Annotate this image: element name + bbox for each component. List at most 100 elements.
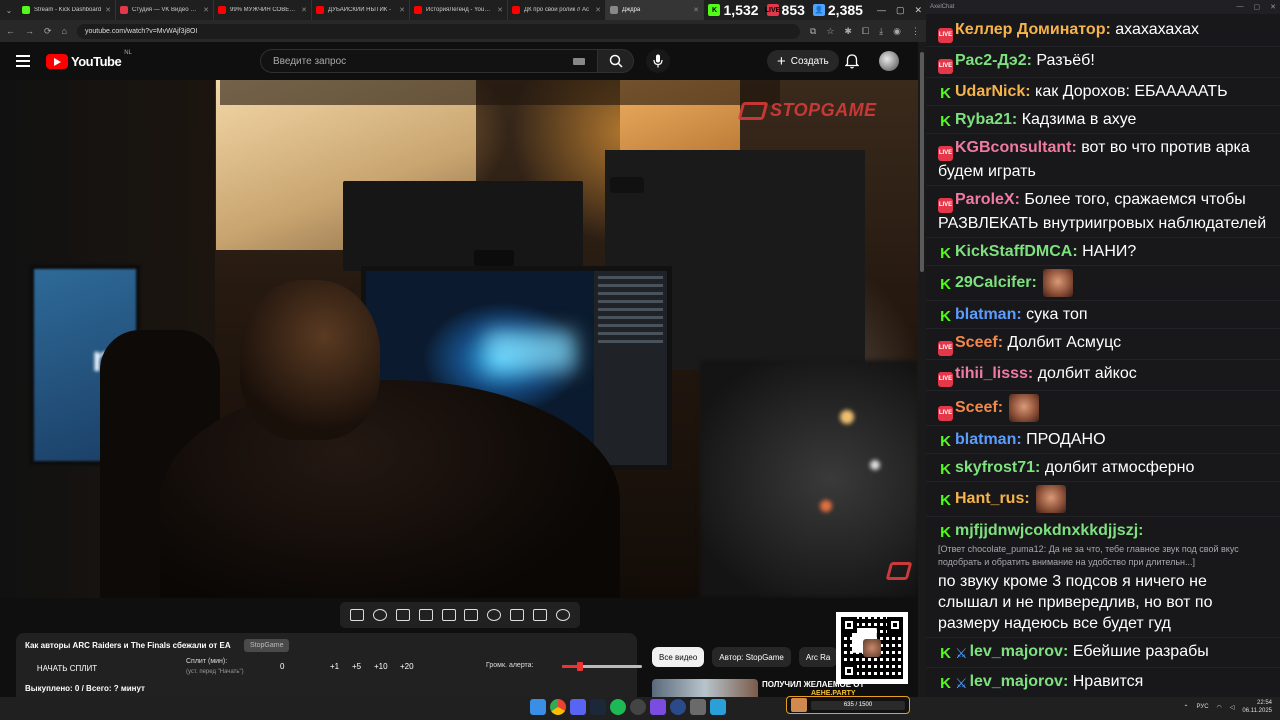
youtube-logo[interactable]: YouTube NL (46, 50, 132, 69)
chat-message[interactable]: LIVE KGBconsultant: вот во что против арк… (926, 134, 1280, 186)
wifi-icon[interactable]: ◠ (1217, 704, 1222, 711)
search-input[interactable]: Введите запрос (260, 49, 598, 73)
app-icon[interactable] (670, 699, 686, 715)
language-indicator[interactable]: РУС (1197, 704, 1209, 710)
extension-icon[interactable]: ✱ (844, 26, 852, 37)
home-icon[interactable]: ⌂ (62, 26, 67, 36)
chat-username[interactable]: ParoleX (955, 191, 1015, 208)
chat-username[interactable]: Рас2-Дэ2 (955, 52, 1027, 69)
video-player[interactable]: nl STOPGAME (0, 80, 918, 598)
alert-volume-slider[interactable] (562, 662, 642, 671)
chat-username[interactable]: blatman (955, 431, 1016, 448)
chat-message[interactable]: Kblatman: ПРОДАНО (926, 426, 1280, 454)
start-split-button[interactable]: НАЧАТЬ СПЛИТ (26, 660, 108, 676)
clock[interactable]: 22:54 06.11.2025 (1242, 699, 1272, 715)
chat-message[interactable]: K Hant_rus: (926, 482, 1280, 517)
chat-message[interactable]: LIVE tihii_lisss: долбит айкос (926, 360, 1280, 391)
chat-username[interactable]: Hant_rus (955, 490, 1024, 507)
minimize-icon[interactable]: — (1237, 3, 1244, 11)
chat-message[interactable]: LIVE Sceef: Долбит Асмуцс (926, 329, 1280, 360)
chat-username[interactable]: Келлер Доминатор (955, 21, 1105, 38)
cinema-mode-icon[interactable] (418, 609, 433, 621)
scrollbar-thumb[interactable] (920, 52, 924, 272)
filter-chip[interactable]: Arc Ra (798, 647, 838, 667)
discord-icon[interactable] (570, 699, 586, 715)
chat-username[interactable]: blatman (955, 306, 1016, 323)
chat-message[interactable]: K 29Calcifer: (926, 266, 1280, 301)
chat-username[interactable]: Sceef (955, 399, 998, 416)
chat-message[interactable]: Kblatman: сука топ (926, 301, 1280, 329)
chat-message[interactable]: LIVE Sceef: (926, 391, 1280, 426)
browser-tab[interactable]: ДК про свой ролик // Ас ✕ (508, 0, 606, 20)
maximize-icon[interactable]: ▢ (1254, 3, 1261, 11)
chat-username[interactable]: Ryba21 (955, 111, 1012, 128)
recommendation-thumbnail[interactable] (652, 679, 758, 697)
alert-volume-knob[interactable] (576, 662, 583, 671)
speed-gauge-icon[interactable] (487, 609, 502, 621)
settings-gear-icon[interactable] (555, 609, 570, 621)
tab-close-icon[interactable]: ✕ (203, 6, 209, 14)
forward-icon[interactable]: → (25, 26, 34, 36)
chat-username[interactable]: KickStaffDMCA (955, 243, 1072, 260)
chat-username[interactable]: lev_majorov (970, 643, 1063, 660)
tab-close-icon[interactable]: ✕ (693, 6, 699, 14)
voice-search-button[interactable] (646, 49, 670, 73)
channel-badge[interactable]: StopGame (244, 639, 290, 652)
chat-message-list[interactable]: LIVE Келлер Доминатор: ахахахахах LIVE Рас2… (926, 16, 1280, 697)
chat-username[interactable]: skyfrost71 (955, 459, 1035, 476)
volume-icon[interactable]: ◁ (1230, 704, 1235, 711)
spotify-icon[interactable] (610, 699, 626, 715)
chat-message[interactable]: K UdarNick: как Дорохов: ЕБАААААТЬ (926, 78, 1280, 106)
back-icon[interactable]: ← (6, 26, 15, 36)
chat-message[interactable]: K KickStaffDMCA: НАНИ? (926, 238, 1280, 266)
chat-message[interactable]: LIVE ParoleX: Более того, сражаемся чтобы… (926, 186, 1280, 238)
notifications-bell-icon[interactable] (845, 54, 859, 69)
chat-message[interactable]: Kmjfjjdnwjcokdnxkkdjjszj: [Ответ chocola… (926, 517, 1280, 638)
tab-close-icon[interactable]: ✕ (105, 6, 111, 14)
filter-chip[interactable]: Все видео (652, 647, 705, 667)
screenshot-icon[interactable] (532, 609, 547, 621)
chat-username[interactable]: 29Calcifer (955, 274, 1032, 291)
extensions-puzzle-icon[interactable]: ⧠ (862, 26, 869, 37)
obs-icon[interactable] (630, 699, 646, 715)
chat-username[interactable]: lev_majorov (970, 673, 1063, 690)
steam-icon[interactable] (590, 699, 606, 715)
profile-icon[interactable]: ◉ (893, 26, 901, 37)
create-button[interactable]: + Создать (767, 50, 839, 72)
url-field[interactable]: youtube.com/watch?v=MvWAjf3j8OI (76, 23, 800, 39)
close-icon[interactable]: ✕ (914, 5, 922, 16)
chat-username[interactable]: UdarNick (955, 83, 1025, 100)
browser-tab[interactable]: Дждра ✕ (606, 0, 704, 20)
browser-tab[interactable]: Студия — VK Видео Live ✕ (116, 0, 214, 20)
increment-button[interactable]: +5 (352, 662, 361, 671)
maximize-icon[interactable]: ▢ (896, 5, 905, 16)
chat-message[interactable]: LIVE Келлер Доминатор: ахахахахах (926, 16, 1280, 47)
chat-username[interactable]: tihii_lisss (955, 365, 1028, 382)
browser-tab[interactable]: Stream - Kick Dashboard ✕ (18, 0, 116, 20)
install-icon[interactable]: ⧉ (810, 26, 816, 37)
browser-tab[interactable]: ИсторияЛегенд - YouTube ✕ (410, 0, 508, 20)
increment-button[interactable]: +20 (400, 662, 414, 671)
start-menu-icon[interactable] (530, 699, 546, 715)
chat-username[interactable]: Sceef (955, 334, 998, 351)
telegram-icon[interactable] (710, 699, 726, 715)
chat-username[interactable]: mjfjjdnwjcokdnxkkdjjszj (955, 522, 1138, 539)
app-icon[interactable] (650, 699, 666, 715)
bookmark-star-icon[interactable]: ☆ (826, 26, 834, 37)
increment-button[interactable]: +10 (374, 662, 388, 671)
chat-message[interactable]: Kskyfrost71: долбит атмосферно (926, 454, 1280, 482)
tab-close-icon[interactable]: ✕ (595, 6, 601, 14)
close-icon[interactable]: ✕ (1270, 3, 1276, 11)
browser-menu-icon[interactable]: ⋮ (911, 26, 920, 37)
picture-in-picture-icon[interactable] (509, 609, 524, 621)
chat-message[interactable]: K Ryba21: Кадзима в ахуе (926, 106, 1280, 134)
minimize-icon[interactable]: — (877, 5, 886, 16)
page-scrollbar[interactable] (918, 42, 926, 697)
chat-message[interactable]: K ⚔ lev_majorov: Ебейшие разрабы (926, 638, 1280, 668)
chat-message[interactable]: K ⚔ lev_majorov: Нравится (926, 668, 1280, 697)
keyboard-icon[interactable] (573, 57, 585, 65)
split-value[interactable]: 0 (280, 662, 284, 671)
reload-icon[interactable]: ⟳ (44, 26, 52, 37)
audio-effects-icon[interactable] (373, 609, 388, 621)
download-icon[interactable]: ⤓ (879, 26, 883, 37)
